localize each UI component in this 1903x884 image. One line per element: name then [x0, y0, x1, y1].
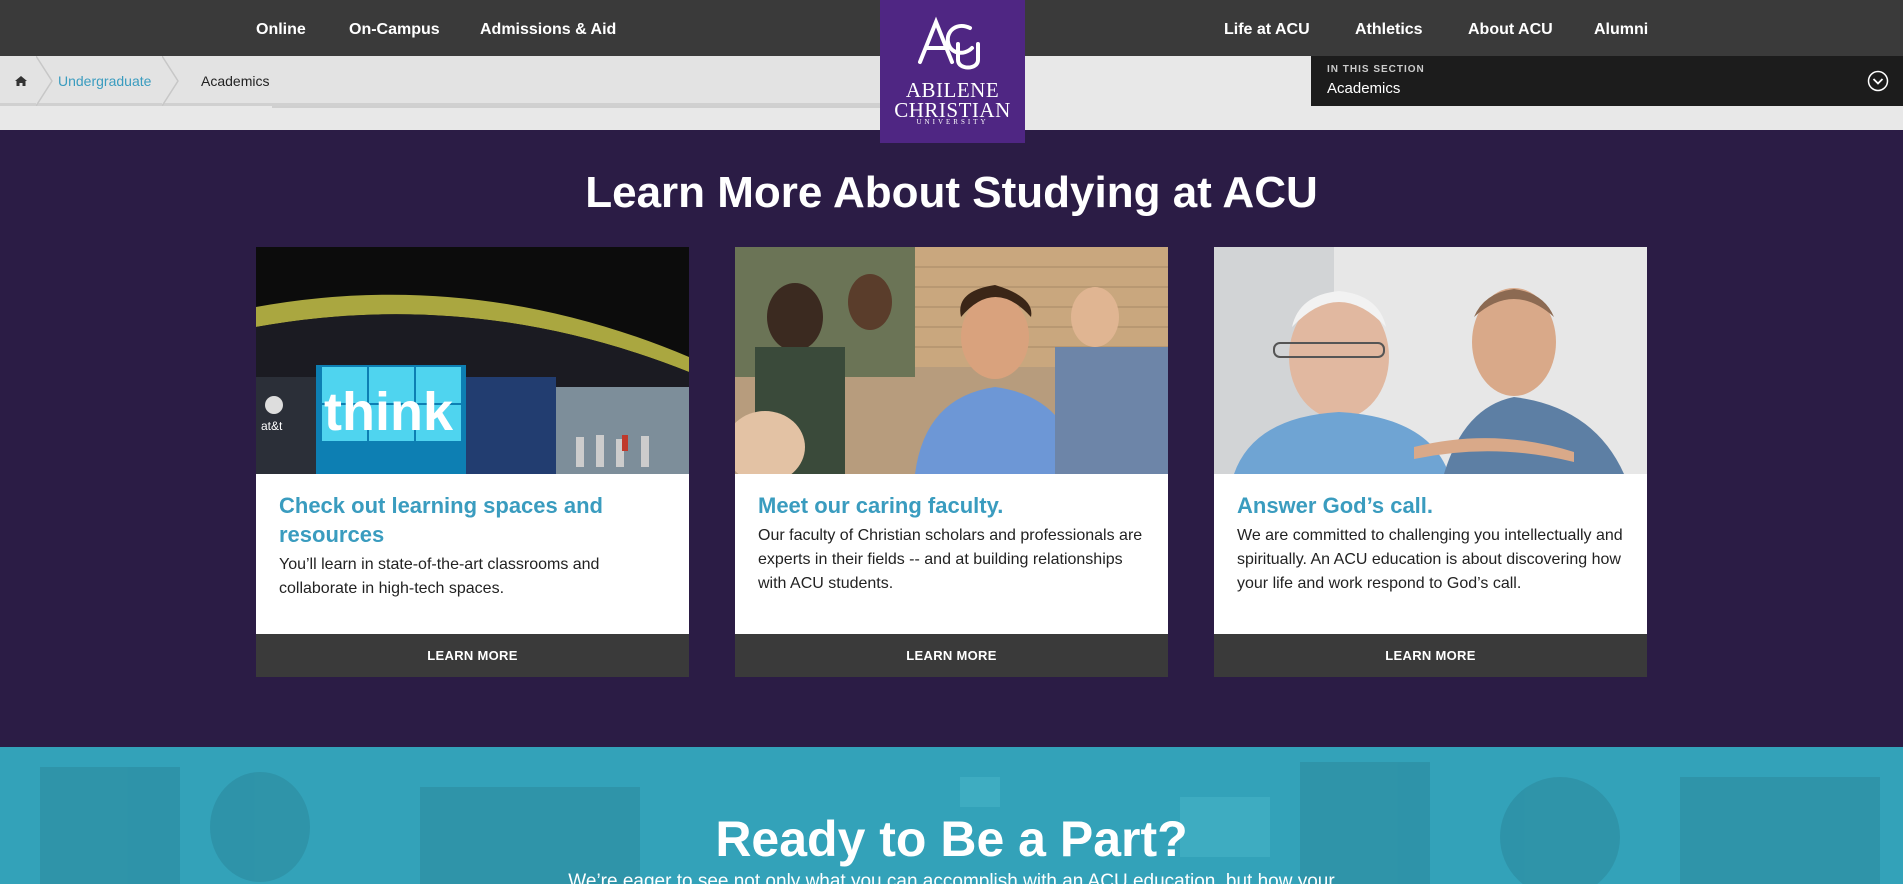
chevron-circle-down-icon[interactable]	[1867, 70, 1889, 92]
studying-section: Learn More About Studying at ACU think a…	[0, 130, 1903, 747]
learn-more-button[interactable]: LEARN MORE	[1214, 634, 1647, 677]
breadcrumb-undergraduate[interactable]: Undergraduate	[58, 56, 151, 106]
nav-on-campus[interactable]: On-Campus	[349, 0, 440, 56]
card-image-gods-call	[1214, 247, 1647, 474]
nav-athletics[interactable]: Athletics	[1355, 0, 1423, 56]
breadcrumb-underline	[272, 106, 882, 108]
nav-alumni[interactable]: Alumni	[1594, 0, 1648, 56]
acu-logo[interactable]: ABILENE CHRISTIAN UNIVERSITY	[880, 0, 1025, 143]
card-text: Our faculty of Christian scholars and pr…	[758, 527, 1143, 592]
card-learning-spaces: think at&t Check out learning spaces and…	[256, 247, 689, 677]
card-title[interactable]: Meet our caring faculty.	[758, 491, 1148, 520]
section-selector[interactable]: IN THIS SECTION Academics	[1311, 56, 1903, 106]
card-caring-faculty: Meet our caring faculty. Our faculty of …	[735, 247, 1168, 677]
breadcrumb-separator-icon	[36, 56, 53, 106]
learn-more-button[interactable]: LEARN MORE	[256, 634, 689, 677]
learn-more-button[interactable]: LEARN MORE	[735, 634, 1168, 677]
nav-admissions-aid[interactable]: Admissions & Aid	[480, 0, 616, 56]
card-text: You’ll learn in state-of-the-art classro…	[279, 556, 600, 597]
breadcrumb: Undergraduate Academics	[0, 56, 880, 106]
card-image-screen-text: think	[324, 382, 454, 442]
card-text: We are committed to challenging you inte…	[1237, 527, 1623, 592]
nav-online[interactable]: Online	[256, 0, 306, 56]
logo-text-university: UNIVERSITY	[916, 118, 989, 126]
nav-about-acu[interactable]: About ACU	[1468, 0, 1553, 56]
nav-life-at-acu[interactable]: Life at ACU	[1224, 0, 1310, 56]
cta-subtitle: We’re eager to see not only what you can…	[568, 871, 1335, 884]
card-title[interactable]: Answer God’s call.	[1237, 491, 1627, 520]
cta-title: Ready to Be a Part?	[715, 811, 1188, 867]
card-image-sign-text: at&t	[261, 419, 283, 433]
breadcrumb-academics: Academics	[201, 73, 270, 89]
acu-monogram-icon	[918, 16, 980, 70]
section-selector-label: IN THIS SECTION	[1327, 64, 1425, 75]
home-icon[interactable]	[10, 70, 32, 92]
card-title[interactable]: Check out learning spaces and resources	[279, 491, 669, 549]
card-image-learning-spaces: think at&t	[256, 247, 689, 474]
card-image-caring-faculty	[735, 247, 1168, 474]
card-gods-call: Answer God’s call. We are committed to c…	[1214, 247, 1647, 677]
breadcrumb-separator-icon	[162, 56, 179, 106]
ready-to-be-a-part-section: Ready to Be a Part? We’re eager to see n…	[0, 747, 1903, 884]
section-title: Learn More About Studying at ACU	[585, 168, 1318, 217]
section-selector-value: Academics	[1327, 80, 1401, 97]
